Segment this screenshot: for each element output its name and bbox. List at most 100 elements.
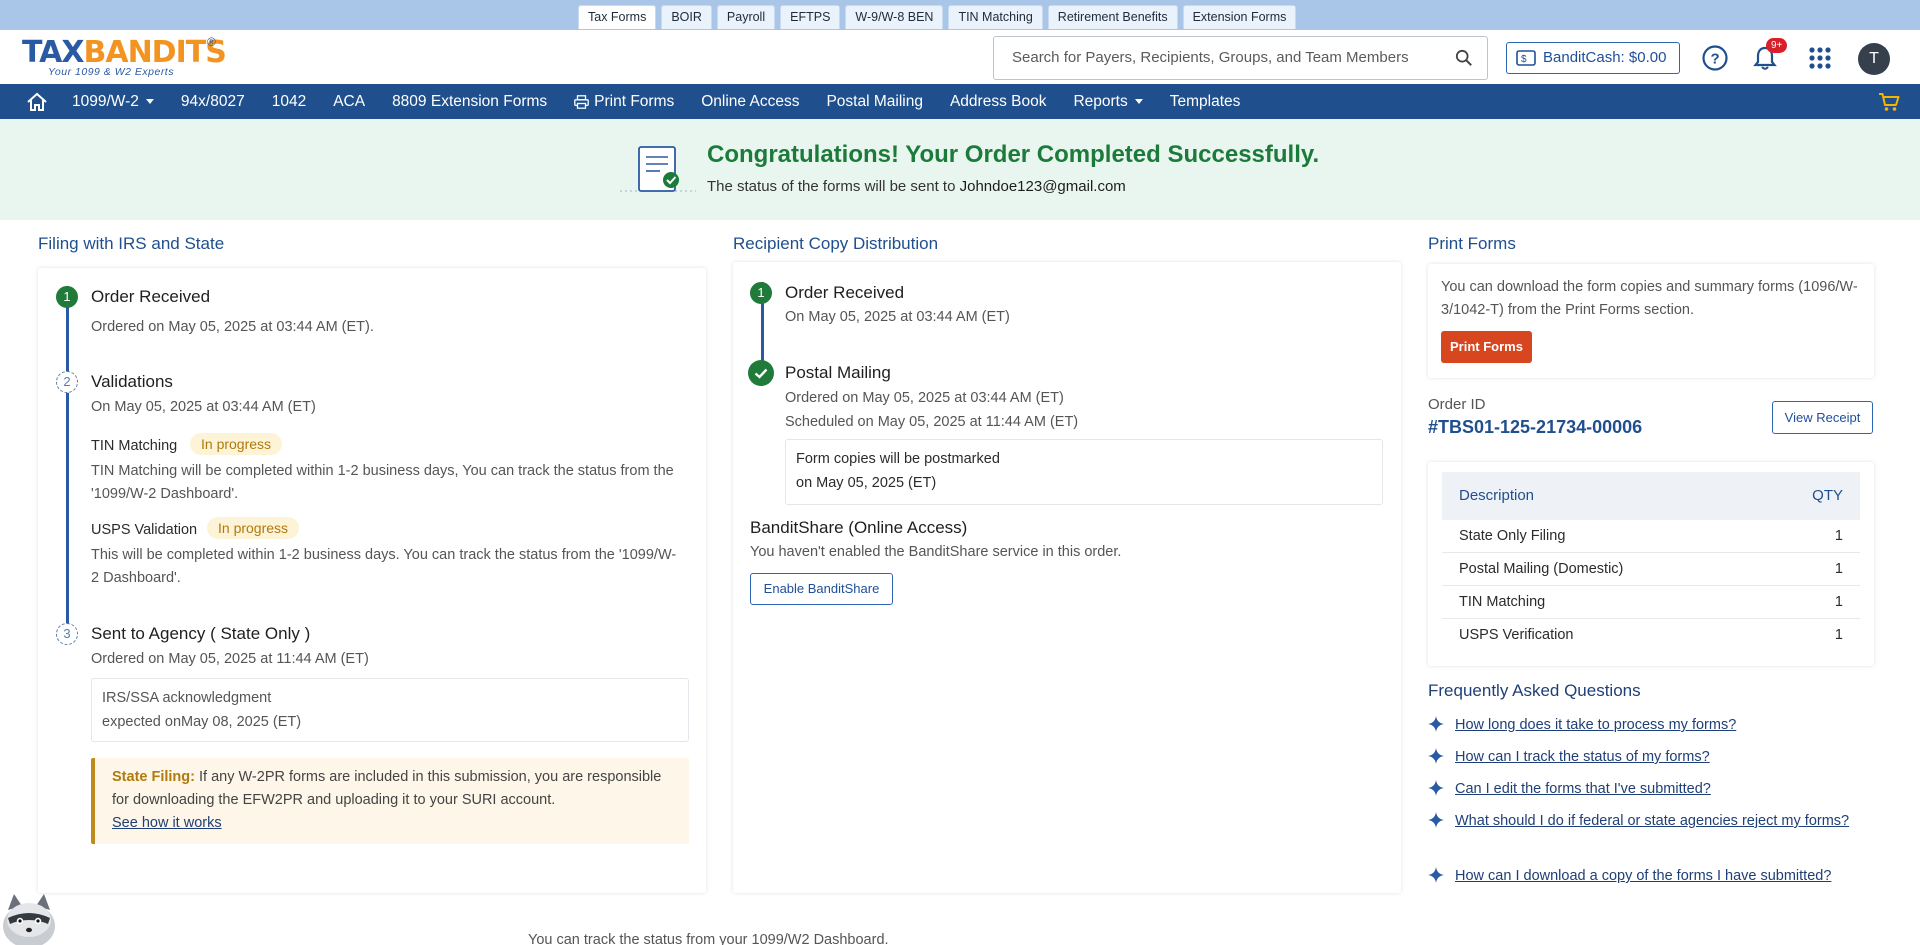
nav-item-1042[interactable]: 1042: [272, 93, 306, 111]
tab-payroll[interactable]: Payroll: [716, 5, 776, 29]
notification-email: Johndoe123@gmail.com: [959, 178, 1126, 195]
nav-item-address-book[interactable]: Address Book: [950, 93, 1047, 111]
nav-item-94x-8027[interactable]: 94x/8027: [181, 93, 245, 111]
logo-wordmark: TAXBANDITS: [22, 35, 227, 70]
faq-link[interactable]: How can I track the status of my forms?: [1455, 746, 1860, 768]
banditshare-title: BanditShare (Online Access): [750, 518, 968, 537]
tab-boir[interactable]: BOIR: [661, 5, 712, 29]
tab-tax-forms[interactable]: Tax Forms: [578, 5, 657, 29]
product-tabs: Tax Forms BOIR Payroll EFTPS W-9/W-8 BEN…: [578, 5, 1297, 29]
acknowledgment-box: IRS/SSA acknowledgment expected onMay 08…: [91, 678, 689, 742]
success-subtitle: The status of the forms will be sent to …: [707, 178, 1126, 195]
order-id-label: Order ID: [1428, 396, 1486, 413]
print-forms-text: You can download the form copies and sum…: [1441, 279, 1858, 318]
raccoon-mascot-icon[interactable]: [0, 888, 58, 945]
svg-text:$: $: [1521, 54, 1527, 65]
table-header-qty: QTY: [1812, 487, 1843, 504]
sparkle-icon: [1428, 867, 1444, 883]
filing-step-2-number: 2: [56, 371, 78, 393]
nav-item-reports[interactable]: Reports: [1073, 93, 1143, 111]
nav-item-online-access[interactable]: Online Access: [701, 93, 799, 111]
tin-matching-label: TIN Matching: [91, 438, 178, 454]
postmark-box: Form copies will be postmarked on May 05…: [785, 439, 1383, 505]
faq-link[interactable]: What should I do if federal or state age…: [1455, 810, 1860, 832]
tab-eftps[interactable]: EFTPS: [780, 5, 841, 29]
usps-validation-text: This will be completed within 1-2 busine…: [91, 547, 677, 586]
search-box: [993, 36, 1488, 80]
sparkle-icon: [1428, 812, 1444, 828]
postal-mailing-scheduled: Scheduled on May 05, 2025 at 11:44 AM (E…: [785, 414, 1079, 430]
table-row: TIN Matching 1: [1442, 586, 1860, 619]
filing-step-3-title: Sent to Agency ( State Only ): [91, 624, 311, 643]
table-row: Postal Mailing (Domestic) 1: [1442, 553, 1860, 586]
faq-link[interactable]: How long does it take to process my form…: [1455, 714, 1860, 736]
enable-banditshare-button[interactable]: Enable BanditShare: [750, 573, 893, 605]
filing-step-1-number: 1: [56, 286, 78, 308]
nav-item-1099-w2[interactable]: 1099/W-2: [72, 93, 154, 111]
search-icon[interactable]: [1455, 49, 1473, 67]
user-avatar[interactable]: T: [1858, 43, 1890, 75]
help-icon[interactable]: ?: [1701, 44, 1729, 72]
order-summary-table: Description QTY State Only Filing 1 Posta…: [1442, 472, 1860, 656]
postal-mailing-check-icon: [748, 360, 774, 386]
logo-registered-mark: ®: [207, 35, 216, 49]
home-icon[interactable]: [26, 92, 48, 112]
search-input[interactable]: [1012, 49, 1442, 66]
filing-step-1-text: Ordered on May 05, 2025 at 03:44 AM (ET)…: [91, 319, 374, 335]
view-receipt-button[interactable]: View Receipt: [1772, 401, 1873, 434]
print-forms-button[interactable]: Print Forms: [1441, 331, 1532, 363]
filing-step-2-title: Validations: [91, 372, 173, 391]
faq-link[interactable]: Can I edit the forms that I've submitted…: [1455, 778, 1860, 800]
dashboard-tracking-text: You can track the status from your 1099/…: [528, 932, 889, 945]
tab-tin-matching[interactable]: TIN Matching: [948, 5, 1043, 29]
tab-w9-w8ben[interactable]: W-9/W-8 BEN: [845, 5, 944, 29]
recipient-section-title: Recipient Copy Distribution: [733, 234, 939, 253]
state-filing-note: State Filing: If any W-2PR forms are inc…: [91, 758, 689, 844]
print-forms-section-title: Print Forms: [1428, 234, 1516, 253]
faq-link[interactable]: How can I download a copy of the forms I…: [1455, 865, 1860, 887]
taxbandits-logo[interactable]: TAXBANDITS ® Your 1099 & W2 Experts: [22, 33, 232, 79]
tin-matching-status-badge: In progress: [190, 433, 283, 455]
postal-mailing-title: Postal Mailing: [785, 363, 891, 382]
postmark-label: Form copies will be postmarked: [796, 451, 1000, 467]
apps-grid-icon[interactable]: [1806, 44, 1834, 72]
printer-icon: [574, 94, 589, 109]
tab-extension-forms[interactable]: Extension Forms: [1182, 5, 1297, 29]
nav-item-aca[interactable]: ACA: [333, 93, 365, 111]
filing-step-2-text: On May 05, 2025 at 03:44 AM (ET): [91, 399, 316, 415]
bandit-cash-button[interactable]: $ BanditCash: $0.00: [1506, 42, 1680, 74]
main-nav: 1099/W-2 94x/8027 1042 ACA 8809 Extensio…: [0, 84, 1920, 119]
tin-matching-text: TIN Matching will be completed within 1-…: [91, 463, 674, 502]
filing-timeline-line: [66, 286, 69, 636]
success-banner: Congratulations! Your Order Completed Su…: [0, 119, 1920, 220]
product-tabs-bar: Tax Forms BOIR Payroll EFTPS W-9/W-8 BEN…: [0, 0, 1920, 30]
postal-mailing-ordered: Ordered on May 05, 2025 at 03:44 AM (ET): [785, 390, 1064, 406]
state-filing-note-text: State Filing: If any W-2PR forms are inc…: [112, 769, 662, 831]
recipient-step-1-number: 1: [750, 282, 772, 304]
nav-items: 1099/W-2 94x/8027 1042 ACA 8809 Extensio…: [72, 84, 1267, 119]
wallet-icon: $: [1516, 50, 1536, 66]
see-how-it-works-link[interactable]: See how it works: [112, 815, 222, 831]
banditshare-text: You haven't enabled the BanditShare serv…: [750, 544, 1122, 560]
recipient-step-1-title: Order Received: [785, 283, 905, 302]
nav-item-print-forms[interactable]: Print Forms: [574, 93, 674, 111]
table-row: State Only Filing 1: [1442, 520, 1860, 553]
nav-item-8809-extension-forms[interactable]: 8809 Extension Forms: [392, 93, 547, 111]
sparkle-icon: [1428, 780, 1444, 796]
acknowledgment-label: IRS/SSA acknowledgment: [102, 690, 272, 706]
nav-item-templates[interactable]: Templates: [1170, 93, 1241, 111]
tab-retirement-benefits[interactable]: Retirement Benefits: [1047, 5, 1178, 29]
filing-card: 1 Order Received Ordered on May 05, 2025…: [38, 268, 706, 893]
recipient-step-1-text: On May 05, 2025 at 03:44 AM (ET): [785, 309, 1010, 325]
table-header: Description QTY: [1442, 472, 1860, 520]
order-summary-card: Description QTY State Only Filing 1 Posta…: [1428, 462, 1874, 666]
state-filing-label: State Filing:: [112, 769, 195, 785]
nav-item-postal-mailing[interactable]: Postal Mailing: [826, 93, 923, 111]
filing-step-3-text: Ordered on May 05, 2025 at 11:44 AM (ET): [91, 651, 369, 667]
acknowledgment-expected-date: expected onMay 08, 2025 (ET): [102, 714, 302, 730]
cart-icon[interactable]: [1878, 92, 1900, 112]
sparkle-icon: [1428, 748, 1444, 764]
svg-text:?: ?: [1711, 51, 1720, 68]
faq-title: Frequently Asked Questions: [1428, 681, 1641, 700]
bandit-cash-label: BanditCash: $0.00: [1543, 49, 1667, 66]
